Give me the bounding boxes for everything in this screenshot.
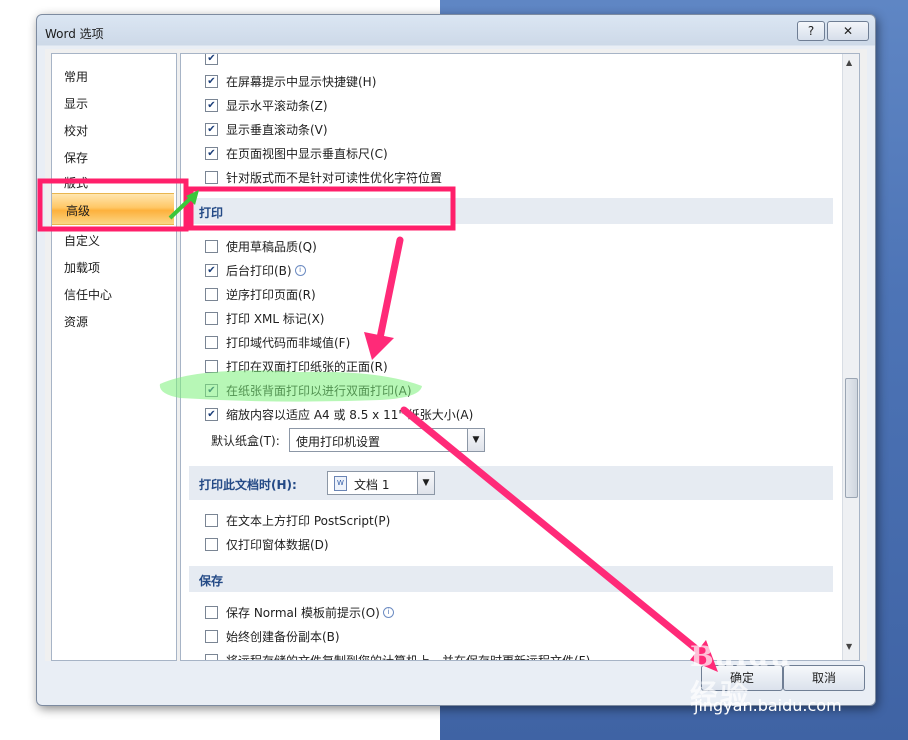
- paper-tray-select[interactable]: 使用打印机设置 ▼: [289, 428, 485, 452]
- option-label: 在页面视图中显示垂直标尺(C): [226, 146, 388, 161]
- checkbox[interactable]: [205, 239, 218, 253]
- option-label: 仅打印窗体数据(D): [226, 537, 329, 552]
- word-document-icon: W: [334, 476, 347, 491]
- checkbox[interactable]: [205, 359, 218, 373]
- help-button[interactable]: ?: [797, 21, 825, 41]
- option-label: 将远程存储的文件复制到您的计算机上，并在保存时更新远程文件(F): [226, 653, 591, 661]
- section-header-print-document: 打印此文档时(H):: [189, 466, 833, 500]
- sidebar-item-advanced[interactable]: 高级: [52, 193, 174, 225]
- option-row[interactable]: ✔ 显示水平滚动条(Z): [205, 95, 328, 115]
- select-value: 文档 1: [354, 478, 390, 492]
- option-row[interactable]: 使用草稿品质(Q): [205, 236, 317, 256]
- watermark-url: jingyan.baidu.com: [694, 696, 842, 715]
- option-label: 打印 XML 标记(X): [226, 311, 325, 326]
- checkbox[interactable]: ✔: [205, 54, 218, 65]
- section-title: 打印: [199, 206, 224, 220]
- partial-option-row: ✔: [205, 54, 226, 68]
- checkbox[interactable]: ✔: [205, 146, 218, 160]
- close-button[interactable]: ✕: [827, 21, 869, 41]
- tray-label: 默认纸盒(T):: [211, 434, 280, 448]
- options-sidebar: 常用 显示 校对 保存 版式 高级 自定义 加载项 信任中心 资源: [51, 53, 177, 661]
- section-title: 保存: [199, 574, 224, 588]
- checkbox[interactable]: [205, 537, 218, 551]
- vertical-scrollbar[interactable]: ▲ ▼: [842, 54, 859, 660]
- checkbox[interactable]: [205, 287, 218, 301]
- advanced-options-panel: ✔ ✔ 在屏幕提示中显示快捷键(H) ✔ 显示水平滚动条(Z) ✔ 显示垂直滚动…: [180, 53, 860, 661]
- cancel-button[interactable]: 取消: [783, 665, 865, 691]
- option-label: 在纸张背面打印以进行双面打印(A): [226, 383, 412, 398]
- option-row[interactable]: ✔ 后台打印(B) i: [205, 260, 306, 280]
- sidebar-item-customize[interactable]: 自定义: [64, 232, 100, 249]
- checkbox[interactable]: ✔: [205, 98, 218, 112]
- option-label: 保存 Normal 模板前提示(O): [226, 605, 380, 620]
- checkbox[interactable]: ✔: [205, 263, 218, 277]
- option-label: 打印在双面打印纸张的正面(R): [226, 359, 388, 374]
- option-label: 在文本上方打印 PostScript(P): [226, 513, 391, 528]
- scroll-down-icon[interactable]: ▼: [846, 642, 852, 651]
- word-options-dialog: Word 选项 ? ✕ 常用 显示 校对 保存 版式 高级 自定义 加载项 信任…: [36, 14, 876, 706]
- document-select[interactable]: W 文档 1 ▼: [327, 471, 435, 495]
- chevron-down-icon[interactable]: ▼: [417, 472, 434, 494]
- checkbox[interactable]: [205, 513, 218, 527]
- option-label: 针对版式而不是针对可读性优化字符位置: [226, 170, 443, 185]
- option-label: 在屏幕提示中显示快捷键(H): [226, 74, 377, 89]
- option-row[interactable]: 打印域代码而非域值(F): [205, 332, 350, 352]
- checkbox[interactable]: ✔: [205, 74, 218, 88]
- option-label: 显示水平滚动条(Z): [226, 98, 328, 113]
- option-label: 始终创建备份副本(B): [226, 629, 340, 644]
- sidebar-item-save[interactable]: 保存: [64, 149, 88, 166]
- option-row-duplex-back[interactable]: ✔ 在纸张背面打印以进行双面打印(A): [205, 380, 412, 400]
- checkbox[interactable]: [205, 653, 218, 660]
- option-label: 后台打印(B): [226, 263, 292, 278]
- sidebar-item-trust-center[interactable]: 信任中心: [64, 286, 112, 303]
- option-row[interactable]: 打印在双面打印纸张的正面(R): [205, 356, 388, 376]
- option-row[interactable]: ✔ 在屏幕提示中显示快捷键(H): [205, 71, 376, 91]
- sidebar-item-addins[interactable]: 加载项: [64, 259, 100, 276]
- option-label: 显示垂直滚动条(V): [226, 122, 328, 137]
- chevron-down-icon[interactable]: ▼: [467, 429, 484, 451]
- section-header-save: 保存: [189, 566, 833, 592]
- checkbox[interactable]: ✔: [205, 383, 218, 397]
- dialog-body: 常用 显示 校对 保存 版式 高级 自定义 加载项 信任中心 资源 ✔ ✔ 在屏…: [45, 49, 867, 661]
- option-row[interactable]: 针对版式而不是针对可读性优化字符位置: [205, 167, 442, 187]
- section-header-print: 打印: [189, 198, 833, 224]
- sidebar-item-label: 高级: [66, 204, 91, 218]
- checkbox[interactable]: [205, 629, 218, 643]
- checkbox[interactable]: ✔: [205, 407, 218, 421]
- dialog-title: Word 选项: [45, 27, 104, 41]
- checkbox[interactable]: ✔: [205, 122, 218, 136]
- option-row[interactable]: ✔ 显示垂直滚动条(V): [205, 119, 328, 139]
- scroll-up-icon[interactable]: ▲: [846, 58, 852, 67]
- section-title: 打印此文档时(H):: [199, 478, 297, 492]
- option-row[interactable]: 仅打印窗体数据(D): [205, 534, 329, 554]
- checkbox[interactable]: [205, 335, 218, 349]
- option-row[interactable]: 逆序打印页面(R): [205, 284, 316, 304]
- option-label: 缩放内容以适应 A4 或 8.5 x 11" 纸张大小(A): [226, 407, 474, 422]
- sidebar-item-resources[interactable]: 资源: [64, 313, 88, 330]
- sidebar-item-layout[interactable]: 版式: [64, 174, 88, 191]
- option-row[interactable]: 打印 XML 标记(X): [205, 308, 324, 328]
- checkbox[interactable]: [205, 311, 218, 325]
- option-row[interactable]: 在文本上方打印 PostScript(P): [205, 510, 390, 530]
- option-row[interactable]: 保存 Normal 模板前提示(O) i: [205, 602, 394, 622]
- option-label: 使用草稿品质(Q): [226, 239, 317, 254]
- sidebar-item-proofing[interactable]: 校对: [64, 122, 88, 139]
- option-row[interactable]: ✔ 在页面视图中显示垂直标尺(C): [205, 143, 388, 163]
- option-row[interactable]: 始终创建备份副本(B): [205, 626, 340, 646]
- info-icon: i: [382, 606, 394, 618]
- option-label: 逆序打印页面(R): [226, 287, 316, 302]
- option-row[interactable]: 将远程存储的文件复制到您的计算机上，并在保存时更新远程文件(F): [205, 650, 591, 661]
- option-row[interactable]: ✔ 缩放内容以适应 A4 或 8.5 x 11" 纸张大小(A): [205, 404, 473, 424]
- sidebar-item-display[interactable]: 显示: [64, 95, 88, 112]
- select-value: 使用打印机设置: [296, 435, 381, 449]
- checkbox[interactable]: [205, 170, 218, 184]
- option-label: 打印域代码而非域值(F): [226, 335, 351, 350]
- scrollbar-thumb[interactable]: [845, 378, 858, 498]
- info-icon: i: [294, 264, 306, 276]
- sidebar-item-general[interactable]: 常用: [64, 68, 88, 85]
- checkbox[interactable]: [205, 605, 218, 619]
